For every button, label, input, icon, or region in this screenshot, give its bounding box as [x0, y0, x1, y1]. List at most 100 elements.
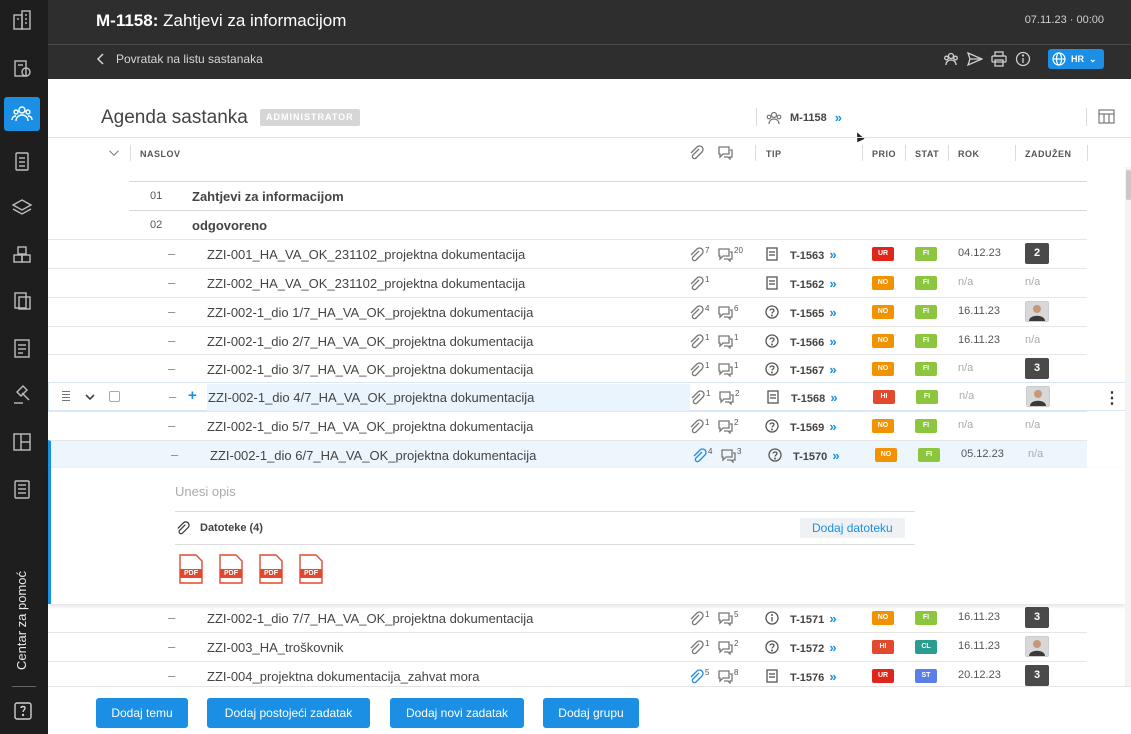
avatar[interactable]	[1025, 301, 1049, 322]
priority-badge[interactable]: HI	[872, 640, 894, 654]
help-center-link[interactable]: Centar za pomoć	[14, 571, 29, 670]
meeting-ref-link[interactable]: M-1158 »	[766, 110, 842, 125]
collapse-toggle[interactable]: –	[168, 610, 175, 625]
attachments-count[interactable]: 1	[688, 361, 709, 377]
priority-badge[interactable]: UR	[872, 247, 894, 261]
assignee[interactable]: n/a	[1025, 272, 1049, 293]
task-number-link[interactable]: T-1572 »	[790, 640, 837, 655]
collapse-toggle[interactable]: –	[168, 246, 175, 261]
priority-badge[interactable]: NO	[872, 334, 894, 348]
priority-badge[interactable]: UR	[872, 669, 894, 683]
priority-badge[interactable]: NO	[872, 276, 894, 290]
collapse-toggle[interactable]: –	[168, 668, 175, 683]
priority-badge[interactable]: NO	[872, 419, 894, 433]
due-date[interactable]: 05.12.23	[961, 448, 1004, 460]
collapse-toggle[interactable]: –	[168, 639, 175, 654]
checklist-icon[interactable]	[4, 144, 40, 178]
columns-layout-icon[interactable]	[1098, 108, 1115, 130]
task-title[interactable]: ZZI-002-1_dio 7/7_HA_VA_OK_projektna dok…	[207, 611, 533, 626]
scrollbar-thumb[interactable]	[1126, 170, 1131, 200]
priority-badge[interactable]: NO	[875, 448, 897, 462]
priority-badge[interactable]: NO	[872, 362, 894, 376]
chevron-down-icon[interactable]	[84, 390, 96, 408]
collapse-toggle[interactable]: –	[169, 389, 176, 404]
collapse-toggle[interactable]: –	[168, 275, 175, 290]
task-title[interactable]: ZZI-002_HA_VA_OK_231102_projektna dokume…	[207, 276, 525, 291]
due-date[interactable]: 16.11.23	[958, 334, 1000, 346]
add-group-button[interactable]: Dodaj grupu	[543, 698, 639, 728]
task-number-link[interactable]: T-1568 »	[791, 390, 838, 405]
avatar[interactable]	[1025, 636, 1049, 657]
task-title[interactable]: ZZI-002-1_dio 2/7_HA_VA_OK_projektna dok…	[207, 334, 533, 349]
task-title[interactable]: ZZI-002-1_dio 1/7_HA_VA_OK_projektna dok…	[207, 305, 533, 320]
task-row[interactable]: + ⋮ – ZZI-002-1_dio 4/7_HA_VA_OK_projektna …	[48, 382, 1126, 411]
comments-column-icon[interactable]	[717, 144, 733, 162]
status-badge[interactable]: FI	[918, 448, 940, 462]
add-existing-task-button[interactable]: Dodaj postojeći zadatak	[207, 698, 370, 728]
task-title[interactable]: ZZI-002-1_dio 4/7_HA_VA_OK_projektna dok…	[208, 390, 534, 405]
add-new-task-button[interactable]: Dodaj novi zadatak	[390, 698, 524, 728]
column-tip[interactable]: TIP	[766, 149, 782, 159]
comments-count[interactable]: 2	[717, 418, 738, 434]
meetings-icon[interactable]	[4, 97, 40, 131]
task-number-link[interactable]: T-1562 »	[790, 276, 837, 291]
task-row[interactable]: – ZZI-002-1_dio 1/7_HA_VA_OK_projektna do…	[48, 297, 1087, 326]
task-row[interactable]: – ZZI-002-1_dio 7/7_HA_VA_OK_projektna do…	[48, 603, 1087, 632]
ledger-icon[interactable]	[4, 472, 40, 506]
due-date[interactable]: n/a	[959, 390, 974, 402]
pdf-file-icon[interactable]: PDF	[259, 554, 283, 584]
assignee[interactable]: 3	[1025, 358, 1049, 379]
info-icon[interactable]	[1015, 51, 1031, 72]
participants-icon[interactable]	[943, 51, 959, 72]
attachments-count[interactable]: 1	[689, 389, 710, 405]
comments-count[interactable]: 2	[717, 639, 738, 655]
group-row[interactable]: 02 odgovoreno	[129, 210, 1087, 239]
status-badge[interactable]: FI	[915, 362, 937, 376]
comments-count[interactable]: 5	[717, 610, 738, 626]
comments-count[interactable]: 1	[717, 361, 738, 377]
task-title[interactable]: ZZI-002-1_dio 3/7_HA_VA_OK_projektna dok…	[207, 362, 533, 377]
task-title[interactable]: ZZI-004_projektna dokumentacija_zahvat m…	[207, 669, 479, 684]
status-badge[interactable]: FI	[915, 334, 937, 348]
task-row[interactable]: – ZZI-002-1_dio 2/7_HA_VA_OK_projektna do…	[48, 326, 1087, 355]
comments-count[interactable]: 8	[717, 668, 738, 684]
task-number-link[interactable]: T-1565 »	[790, 305, 837, 320]
assignee[interactable]: n/a	[1025, 415, 1049, 436]
task-title[interactable]: ZZI-002-1_dio 6/7_HA_VA_OK_projektna dok…	[210, 448, 536, 463]
assignee[interactable]: 3	[1025, 665, 1049, 686]
status-badge[interactable]: FI	[915, 276, 937, 290]
attachments-count[interactable]: 1	[688, 275, 709, 291]
comments-count[interactable]: 20	[717, 246, 743, 262]
task-title[interactable]: ZZI-003_HA_troškovnik	[207, 640, 344, 655]
due-date[interactable]: n/a	[958, 362, 973, 374]
task-row[interactable]: – ZZI-002-1_dio 3/7_HA_VA_OK_projektna do…	[48, 354, 1087, 383]
settings-building-icon[interactable]	[4, 51, 40, 85]
drag-handle-icon[interactable]	[62, 391, 70, 403]
task-row[interactable]: – ZZI-002-1_dio 6/7_HA_VA_OK_projektna do…	[48, 440, 1087, 469]
attachments-count[interactable]: 1	[688, 333, 709, 349]
task-row[interactable]: – ZZI-001_HA_VA_OK_231102_projektna dokum…	[48, 239, 1087, 268]
status-badge[interactable]: ST	[915, 669, 937, 683]
collapse-toggle[interactable]: –	[168, 304, 175, 319]
task-number-link[interactable]: T-1571 »	[790, 611, 837, 626]
comments-count[interactable]: 6	[717, 304, 738, 320]
attachment-column-icon[interactable]	[688, 144, 704, 162]
layers-icon[interactable]	[4, 191, 40, 225]
status-badge[interactable]: FI	[916, 390, 938, 404]
row-checkbox[interactable]	[109, 391, 120, 402]
attachments-count[interactable]: 1	[688, 418, 709, 434]
help-book-icon[interactable]	[12, 700, 36, 722]
priority-badge[interactable]: HI	[873, 390, 895, 404]
due-date[interactable]: n/a	[958, 419, 973, 431]
column-prio[interactable]: PRIO	[872, 149, 896, 159]
task-number-link[interactable]: T-1566 »	[790, 334, 837, 349]
task-number-link[interactable]: T-1567 »	[790, 362, 837, 377]
attachments-count[interactable]: 4	[691, 447, 712, 463]
task-number-link[interactable]: T-1570 »	[793, 448, 840, 463]
task-row[interactable]: – ZZI-003_HA_troškovnik 1 2 T-1572 » HI CL 16.1…	[48, 632, 1087, 661]
comments-count[interactable]: 2	[718, 389, 739, 405]
back-link[interactable]: Povratak na listu sastanaka	[96, 52, 263, 66]
scrollbar-track[interactable]	[1125, 167, 1131, 686]
status-badge[interactable]: FI	[915, 305, 937, 319]
due-date[interactable]: 16.11.23	[958, 640, 1000, 652]
